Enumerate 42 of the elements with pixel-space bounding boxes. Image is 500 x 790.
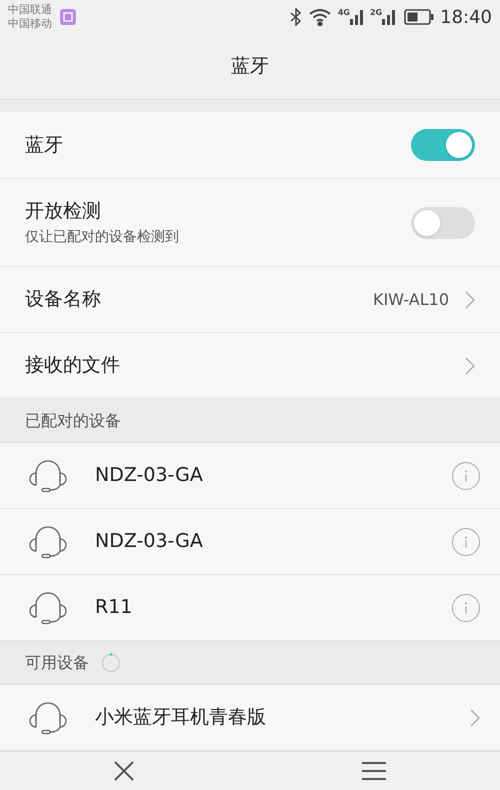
toggle-switch[interactable]	[411, 129, 475, 161]
chevron-icon	[465, 356, 475, 374]
info-icon	[464, 536, 468, 548]
info-icon	[464, 602, 468, 614]
device-name: 小米蓝牙耳机青春版	[95, 705, 267, 730]
headset-icon	[28, 458, 68, 492]
network-type-label: 2G	[370, 9, 382, 17]
section-title: 可用设备	[25, 652, 89, 674]
setting-label: 蓝牙	[25, 132, 64, 158]
menu-icon	[361, 761, 387, 781]
setting-label: 设备名称	[25, 287, 102, 312]
signal-icon	[382, 9, 396, 25]
setting-description: 仅让已配对的设备检测到	[25, 228, 180, 248]
setting-label: 接收的文件	[25, 353, 121, 378]
setting-value: KIW-AL10	[372, 288, 449, 310]
info-button[interactable]	[452, 594, 480, 622]
headset-icon	[28, 700, 68, 734]
device-name: NDZ-03-GA	[95, 463, 204, 488]
wifi-icon	[308, 8, 332, 26]
headset-icon	[28, 524, 68, 558]
device-name: NDZ-03-GA	[95, 529, 204, 554]
network-type-label: 4G	[338, 9, 350, 17]
carrier-name: 中国移动	[8, 17, 52, 31]
section-title: 已配对的设备	[25, 410, 121, 432]
info-button[interactable]	[452, 528, 480, 556]
chevron-icon	[465, 290, 475, 308]
chevron-icon	[470, 708, 480, 726]
carrier-name: 中国联通	[8, 3, 52, 17]
page-title: 蓝牙	[231, 54, 269, 80]
bluetooth-icon	[290, 8, 302, 26]
headset-icon	[28, 590, 68, 624]
setting-label: 开放检测	[25, 198, 102, 224]
app-notification-icon	[60, 9, 76, 25]
toggle-switch[interactable]	[411, 206, 475, 238]
menu-button[interactable]	[359, 759, 389, 783]
battery-icon	[404, 9, 434, 25]
clock-time: 18:40	[440, 6, 492, 30]
device-name: R11	[95, 595, 134, 620]
signal-icon	[350, 9, 364, 25]
info-button[interactable]	[452, 462, 480, 490]
close-icon	[113, 760, 135, 782]
info-icon	[464, 470, 468, 482]
